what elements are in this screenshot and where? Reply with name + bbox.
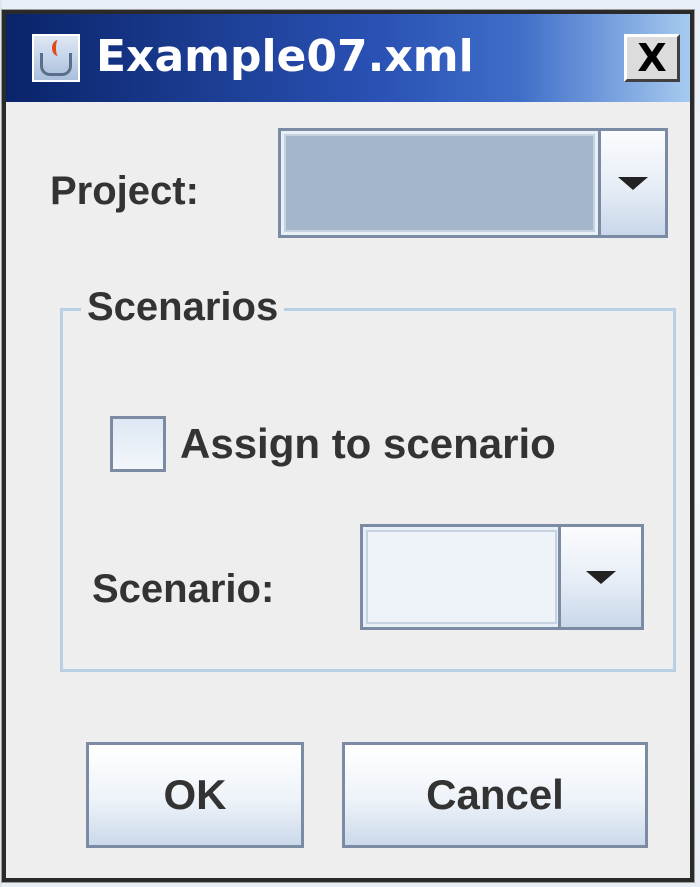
scenario-combobox[interactable]: [360, 524, 644, 630]
desktop-background: Example07.xml X Project: Scenarios Assig…: [0, 0, 700, 887]
window-title: Example07.xml: [96, 31, 474, 82]
chevron-down-icon: [618, 176, 648, 190]
title-bar[interactable]: Example07.xml X: [6, 14, 690, 102]
dialog-window: Example07.xml X Project: Scenarios Assig…: [2, 10, 694, 882]
project-dropdown-button[interactable]: [598, 131, 665, 235]
scenario-selected-value: [366, 530, 557, 624]
project-combobox[interactable]: [278, 128, 668, 238]
ok-button[interactable]: OK: [86, 742, 304, 848]
scenario-label: Scenario:: [92, 567, 275, 611]
close-button[interactable]: X: [624, 34, 680, 82]
java-cup-icon: [32, 34, 80, 82]
assign-to-scenario-label[interactable]: Assign to scenario: [180, 414, 556, 474]
cancel-button[interactable]: Cancel: [342, 742, 648, 848]
project-selected-value: [284, 134, 595, 232]
scenarios-group-title: Scenarios: [81, 279, 285, 335]
chevron-down-icon: [586, 570, 616, 584]
project-label: Project:: [50, 169, 199, 213]
assign-to-scenario-checkbox[interactable]: [110, 416, 166, 472]
scenario-dropdown-button[interactable]: [558, 527, 641, 627]
close-icon: X: [637, 36, 667, 80]
